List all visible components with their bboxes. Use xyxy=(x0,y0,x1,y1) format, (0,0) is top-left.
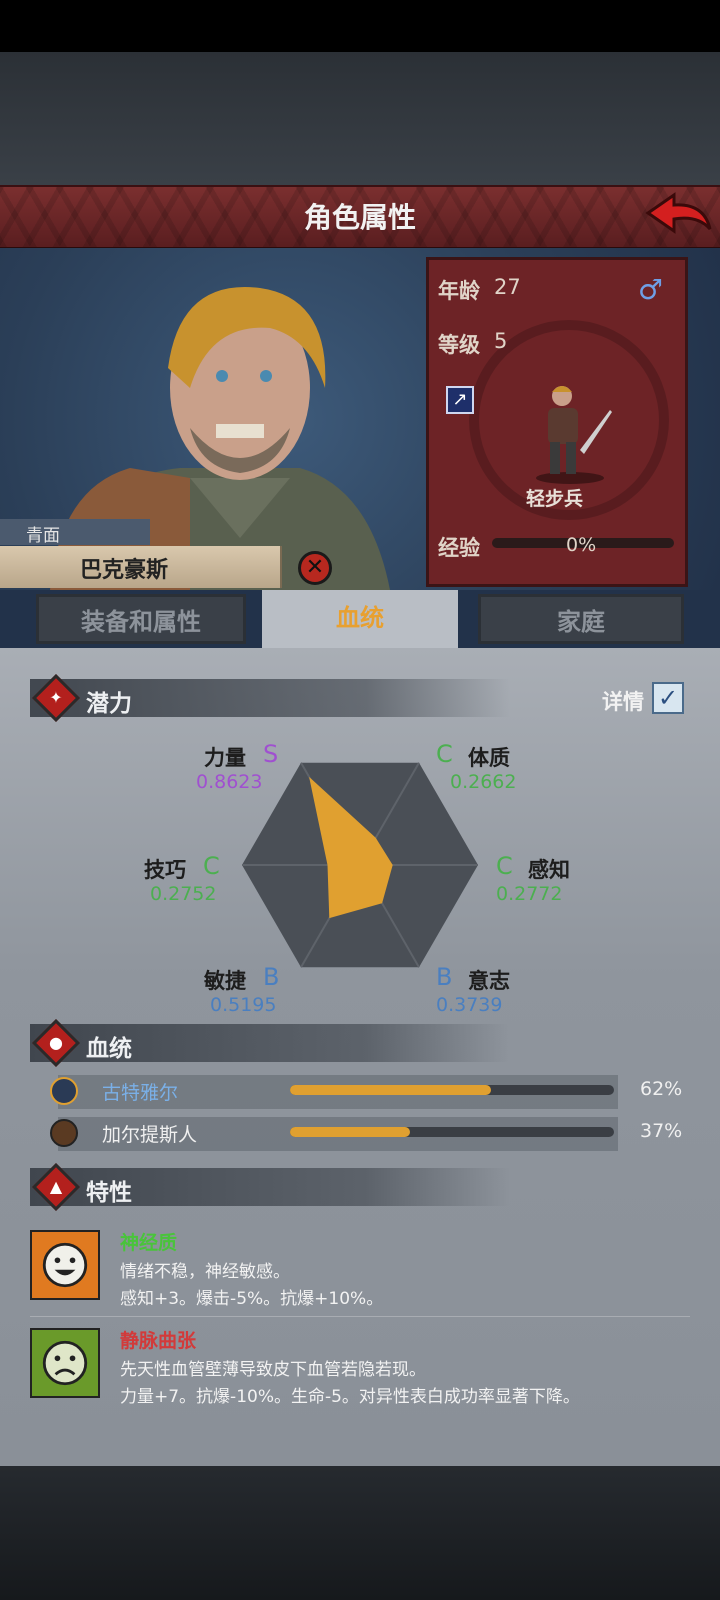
stat-value-skill: 0.2752 xyxy=(150,883,217,905)
stat-grade-constitution: C xyxy=(436,740,453,768)
trait-effects: 力量+7。抗爆-10%。生命-5。对异性表白成功率显著下降。 xyxy=(120,1387,580,1407)
stat-grade-skill: C xyxy=(203,852,220,880)
stat-grade-will: B xyxy=(436,963,453,991)
stat-grade-strength: S xyxy=(263,740,279,768)
bloodline-percent: 37% xyxy=(640,1120,683,1142)
bloodline-bar xyxy=(290,1085,614,1095)
trait-effects: 感知+3。爆击-5%。抗爆+10%。 xyxy=(120,1289,384,1309)
trait-description: 先天性血管壁薄导致皮下血管若隐若现。 xyxy=(120,1360,426,1380)
stat-name-perception: 感知 xyxy=(528,858,570,882)
bloodline-bar-fill xyxy=(290,1127,410,1137)
trait-description: 情绪不稳，神经敏感。 xyxy=(120,1262,290,1282)
bloodline-title: 血统 xyxy=(86,1036,132,1062)
stat-name-agility: 敏捷 xyxy=(204,969,246,993)
traits-title: 特性 xyxy=(86,1180,132,1206)
divider xyxy=(30,1316,690,1317)
trait-name: 静脉曲张 xyxy=(120,1330,197,1352)
exp-value: 0% xyxy=(566,534,597,556)
tab-equipment[interactable]: 装备和属性 xyxy=(36,594,246,644)
stat-value-constitution: 0.2662 xyxy=(450,771,517,793)
stat-value-perception: 0.2772 xyxy=(496,883,563,905)
bloodline-row[interactable]: 古特雅尔 62% xyxy=(48,1073,688,1111)
dismiss-button[interactable]: ✕ xyxy=(298,551,332,585)
trait-name: 神经质 xyxy=(120,1232,178,1254)
stat-name-skill: 技巧 xyxy=(144,858,186,882)
level-label: 等级 xyxy=(438,333,480,357)
stat-name-constitution: 体质 xyxy=(468,746,510,770)
class-name: 轻步兵 xyxy=(526,488,584,510)
level-value: 5 xyxy=(494,329,508,353)
bloodline-bar-fill xyxy=(290,1085,491,1095)
page-title: 角色属性 xyxy=(303,201,416,234)
bottom-area xyxy=(0,1466,720,1600)
stat-grade-agility: B xyxy=(263,963,280,991)
status-bar xyxy=(0,0,720,52)
bloodline-name: 古特雅尔 xyxy=(102,1082,179,1104)
stat-name-strength: 力量 xyxy=(204,746,246,770)
soldier-sprite xyxy=(536,386,612,484)
tab-family[interactable]: 家庭 xyxy=(478,594,684,644)
stat-value-strength: 0.8623 xyxy=(196,771,263,793)
character-name[interactable]: 巴克豪斯 xyxy=(80,552,168,584)
top-background xyxy=(0,52,720,185)
age-value: 27 xyxy=(494,275,521,299)
tab-bloodline[interactable]: 血统 xyxy=(262,590,458,648)
character-type-tag xyxy=(0,519,150,545)
bloodline-row[interactable]: 加尔提斯人 37% xyxy=(48,1115,688,1153)
back-arrow-icon[interactable] xyxy=(644,191,714,239)
happy-face-icon[interactable] xyxy=(30,1230,100,1300)
bloodline-percent: 62% xyxy=(640,1078,683,1100)
sad-face-icon[interactable] xyxy=(30,1328,100,1398)
detail-label: 详情 xyxy=(602,690,644,714)
bloodline-name: 加尔提斯人 xyxy=(102,1124,198,1146)
sword-icon[interactable]: ↗ xyxy=(446,386,474,414)
exp-label: 经验 xyxy=(438,536,480,560)
clan-emblem-icon xyxy=(50,1077,78,1105)
male-icon: ♂ xyxy=(638,273,664,306)
potential-title: 潜力 xyxy=(86,691,132,717)
bloodline-bar xyxy=(290,1127,614,1137)
stat-value-will: 0.3739 xyxy=(436,994,503,1016)
character-type: 青面 xyxy=(26,526,60,546)
stat-value-agility: 0.5195 xyxy=(210,994,277,1016)
detail-checkbox[interactable]: ✓ xyxy=(652,682,684,714)
clan-emblem-icon xyxy=(50,1119,78,1147)
stat-grade-perception: C xyxy=(496,852,513,880)
stat-name-will: 意志 xyxy=(468,969,510,993)
age-label: 年龄 xyxy=(438,279,480,303)
